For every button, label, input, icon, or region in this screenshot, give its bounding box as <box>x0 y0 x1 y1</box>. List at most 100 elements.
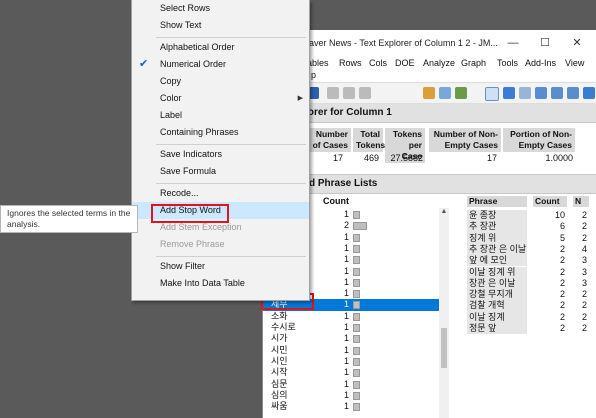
menu-item-make-into-data-table[interactable]: Make Into Data Table <box>132 275 309 292</box>
term-label: 시민 <box>271 344 288 355</box>
term-row[interactable]: 심문 1 <box>263 379 439 390</box>
phrase-label: 윤 종장 <box>467 210 527 222</box>
phrase-label: 징계 위 <box>467 232 527 244</box>
menu-item[interactable]: View <box>565 58 584 68</box>
phrase-count: 2 <box>559 289 565 300</box>
menu-item-select-rows[interactable]: Select Rows <box>132 0 309 17</box>
journal-icon[interactable] <box>439 87 451 99</box>
term-row[interactable]: 시인 1 <box>263 356 439 367</box>
phrase-row[interactable]: 장관 은 이날 2 3 <box>467 277 591 290</box>
phrase-row[interactable]: 추 장관 6 2 <box>467 221 591 233</box>
menu-item-copy[interactable]: Copy <box>132 73 309 90</box>
phrase-row[interactable]: 강철 무지개 2 2 <box>467 289 591 301</box>
phrase-row[interactable]: 검찰 개혁 2 2 <box>467 300 591 312</box>
phrase-row[interactable]: 추 장관 은 이날 2 4 <box>467 243 591 256</box>
phrase-count: 5 <box>559 232 565 243</box>
menu-item-save-indicators[interactable]: Save Indicators <box>132 146 309 163</box>
phrase-n: 3 <box>581 255 587 266</box>
count-column-header[interactable]: Count <box>533 196 567 207</box>
menu-item[interactable]: ables <box>307 58 329 68</box>
menu-item-label: Containing Phrases <box>160 127 239 137</box>
term-label: 시작 <box>271 367 288 378</box>
term-row[interactable]: 시작 1 <box>263 367 439 378</box>
menu-item[interactable]: Graph <box>461 58 486 68</box>
phrase-row[interactable]: 징계 위 5 2 <box>467 232 591 244</box>
menu-item-label[interactable]: Label <box>132 107 309 124</box>
stat-value: 17 <box>486 153 497 163</box>
magnifier-icon[interactable] <box>567 87 579 99</box>
menu-item-recode[interactable]: Recode... <box>132 185 309 202</box>
scrollbar-thumb[interactable] <box>441 328 447 368</box>
term-count-bar <box>353 391 360 400</box>
menu-item[interactable]: Rows <box>339 58 362 68</box>
chart-icon[interactable] <box>455 87 467 99</box>
menu-item-alphabetical-order[interactable]: Alphabetical Order <box>132 39 309 56</box>
annotate-icon[interactable] <box>583 87 595 99</box>
term-count: 1 <box>343 378 349 389</box>
menu-item-save-formula[interactable]: Save Formula <box>132 163 309 180</box>
count-column-header[interactable]: Count <box>323 196 349 206</box>
menu-item[interactable]: DOE <box>395 58 415 68</box>
menu-item[interactable]: Add-Ins <box>525 58 556 68</box>
phrase-row[interactable]: 윤 종장 10 2 <box>467 210 591 222</box>
phrase-row[interactable]: 이날 징계 2 2 <box>467 311 591 323</box>
term-label: 수시로 <box>271 322 296 332</box>
term-phrase-section-header[interactable]: d Phrase Lists <box>263 174 596 194</box>
report-title-bar[interactable]: plorer for Column 1 <box>263 104 596 123</box>
menu-item-label: Color <box>160 93 182 103</box>
submenu-arrow-icon: ▶ <box>297 95 303 102</box>
paste-icon[interactable] <box>359 87 371 99</box>
phrase-row[interactable]: 정문 앞 2 2 <box>467 323 591 335</box>
term-row[interactable]: 싸움 1 <box>263 401 439 412</box>
stat-value: 1.0000 <box>545 153 573 163</box>
phrase-label: 검찰 개혁 <box>467 300 527 312</box>
crosshair-icon[interactable] <box>503 87 515 99</box>
phrase-count: 10 <box>554 210 565 220</box>
copy-icon[interactable] <box>343 87 355 99</box>
phrase-row[interactable]: 이날 징계 위 2 3 <box>467 266 591 278</box>
term-row[interactable]: 수시로 1 <box>263 322 439 333</box>
scroll-up-icon[interactable]: ▲ <box>439 208 449 215</box>
arrow-tool-icon[interactable] <box>485 87 499 101</box>
term-row[interactable]: 시민 1 <box>263 345 439 356</box>
phrase-row[interactable]: 앞 에 모인 2 3 <box>467 255 591 267</box>
maximize-icon[interactable]: ☐ <box>535 36 555 50</box>
term-count: 1 <box>343 389 349 400</box>
data-table-icon[interactable] <box>423 87 435 99</box>
context-menu: Select Rows Show Text Alphabetical Order ✔ N… <box>131 0 310 301</box>
term-count: 1 <box>343 310 349 321</box>
brush-icon[interactable] <box>535 87 547 99</box>
toolbar <box>263 82 596 104</box>
lasso-icon[interactable] <box>551 87 563 99</box>
text-explorer-window: aver News - Text Explorer of Column 1 2 … <box>262 30 596 418</box>
menu-item-show-filter[interactable]: Show Filter <box>132 258 309 275</box>
hand-icon[interactable] <box>519 87 531 99</box>
menu-item[interactable]: Tools <box>497 58 518 68</box>
phrase-count: 2 <box>559 323 565 333</box>
menu-item-show-text[interactable]: Show Text <box>132 17 309 34</box>
term-count-bar <box>353 369 360 378</box>
term-count-bar <box>353 403 360 412</box>
term-count: 1 <box>343 344 349 355</box>
term-row[interactable]: 심의 1 <box>263 390 439 401</box>
cut-icon[interactable] <box>327 87 339 99</box>
term-count-bar <box>353 290 360 299</box>
term-row[interactable]: 시가 1 <box>263 333 439 344</box>
menu-item[interactable]: Cols <box>369 58 387 68</box>
phrase-column-header[interactable]: Phrase <box>467 196 527 207</box>
close-icon[interactable]: ✕ <box>567 36 587 50</box>
minimize-icon[interactable]: — <box>503 36 523 50</box>
n-column-header[interactable]: N <box>573 196 589 207</box>
phrase-label: 추 장관 은 이날 <box>467 243 527 256</box>
menu-item[interactable]: Analyze <box>423 58 455 68</box>
menu-item-label: Copy <box>160 76 182 86</box>
menu-item-tail[interactable]: p <box>311 70 316 80</box>
menu-item-color[interactable]: Color ▶ <box>132 90 309 107</box>
term-list-scrollbar[interactable]: ▲ <box>439 208 449 418</box>
menu-item-containing-phrases[interactable]: Containing Phrases <box>132 124 309 141</box>
term-count: 1 <box>343 276 349 287</box>
menu-item-numerical-order[interactable]: ✔ Numerical Order <box>132 56 309 73</box>
menu-separator <box>156 256 306 257</box>
term-row[interactable]: 소화 1 <box>263 311 439 322</box>
term-count-bar <box>353 335 360 344</box>
